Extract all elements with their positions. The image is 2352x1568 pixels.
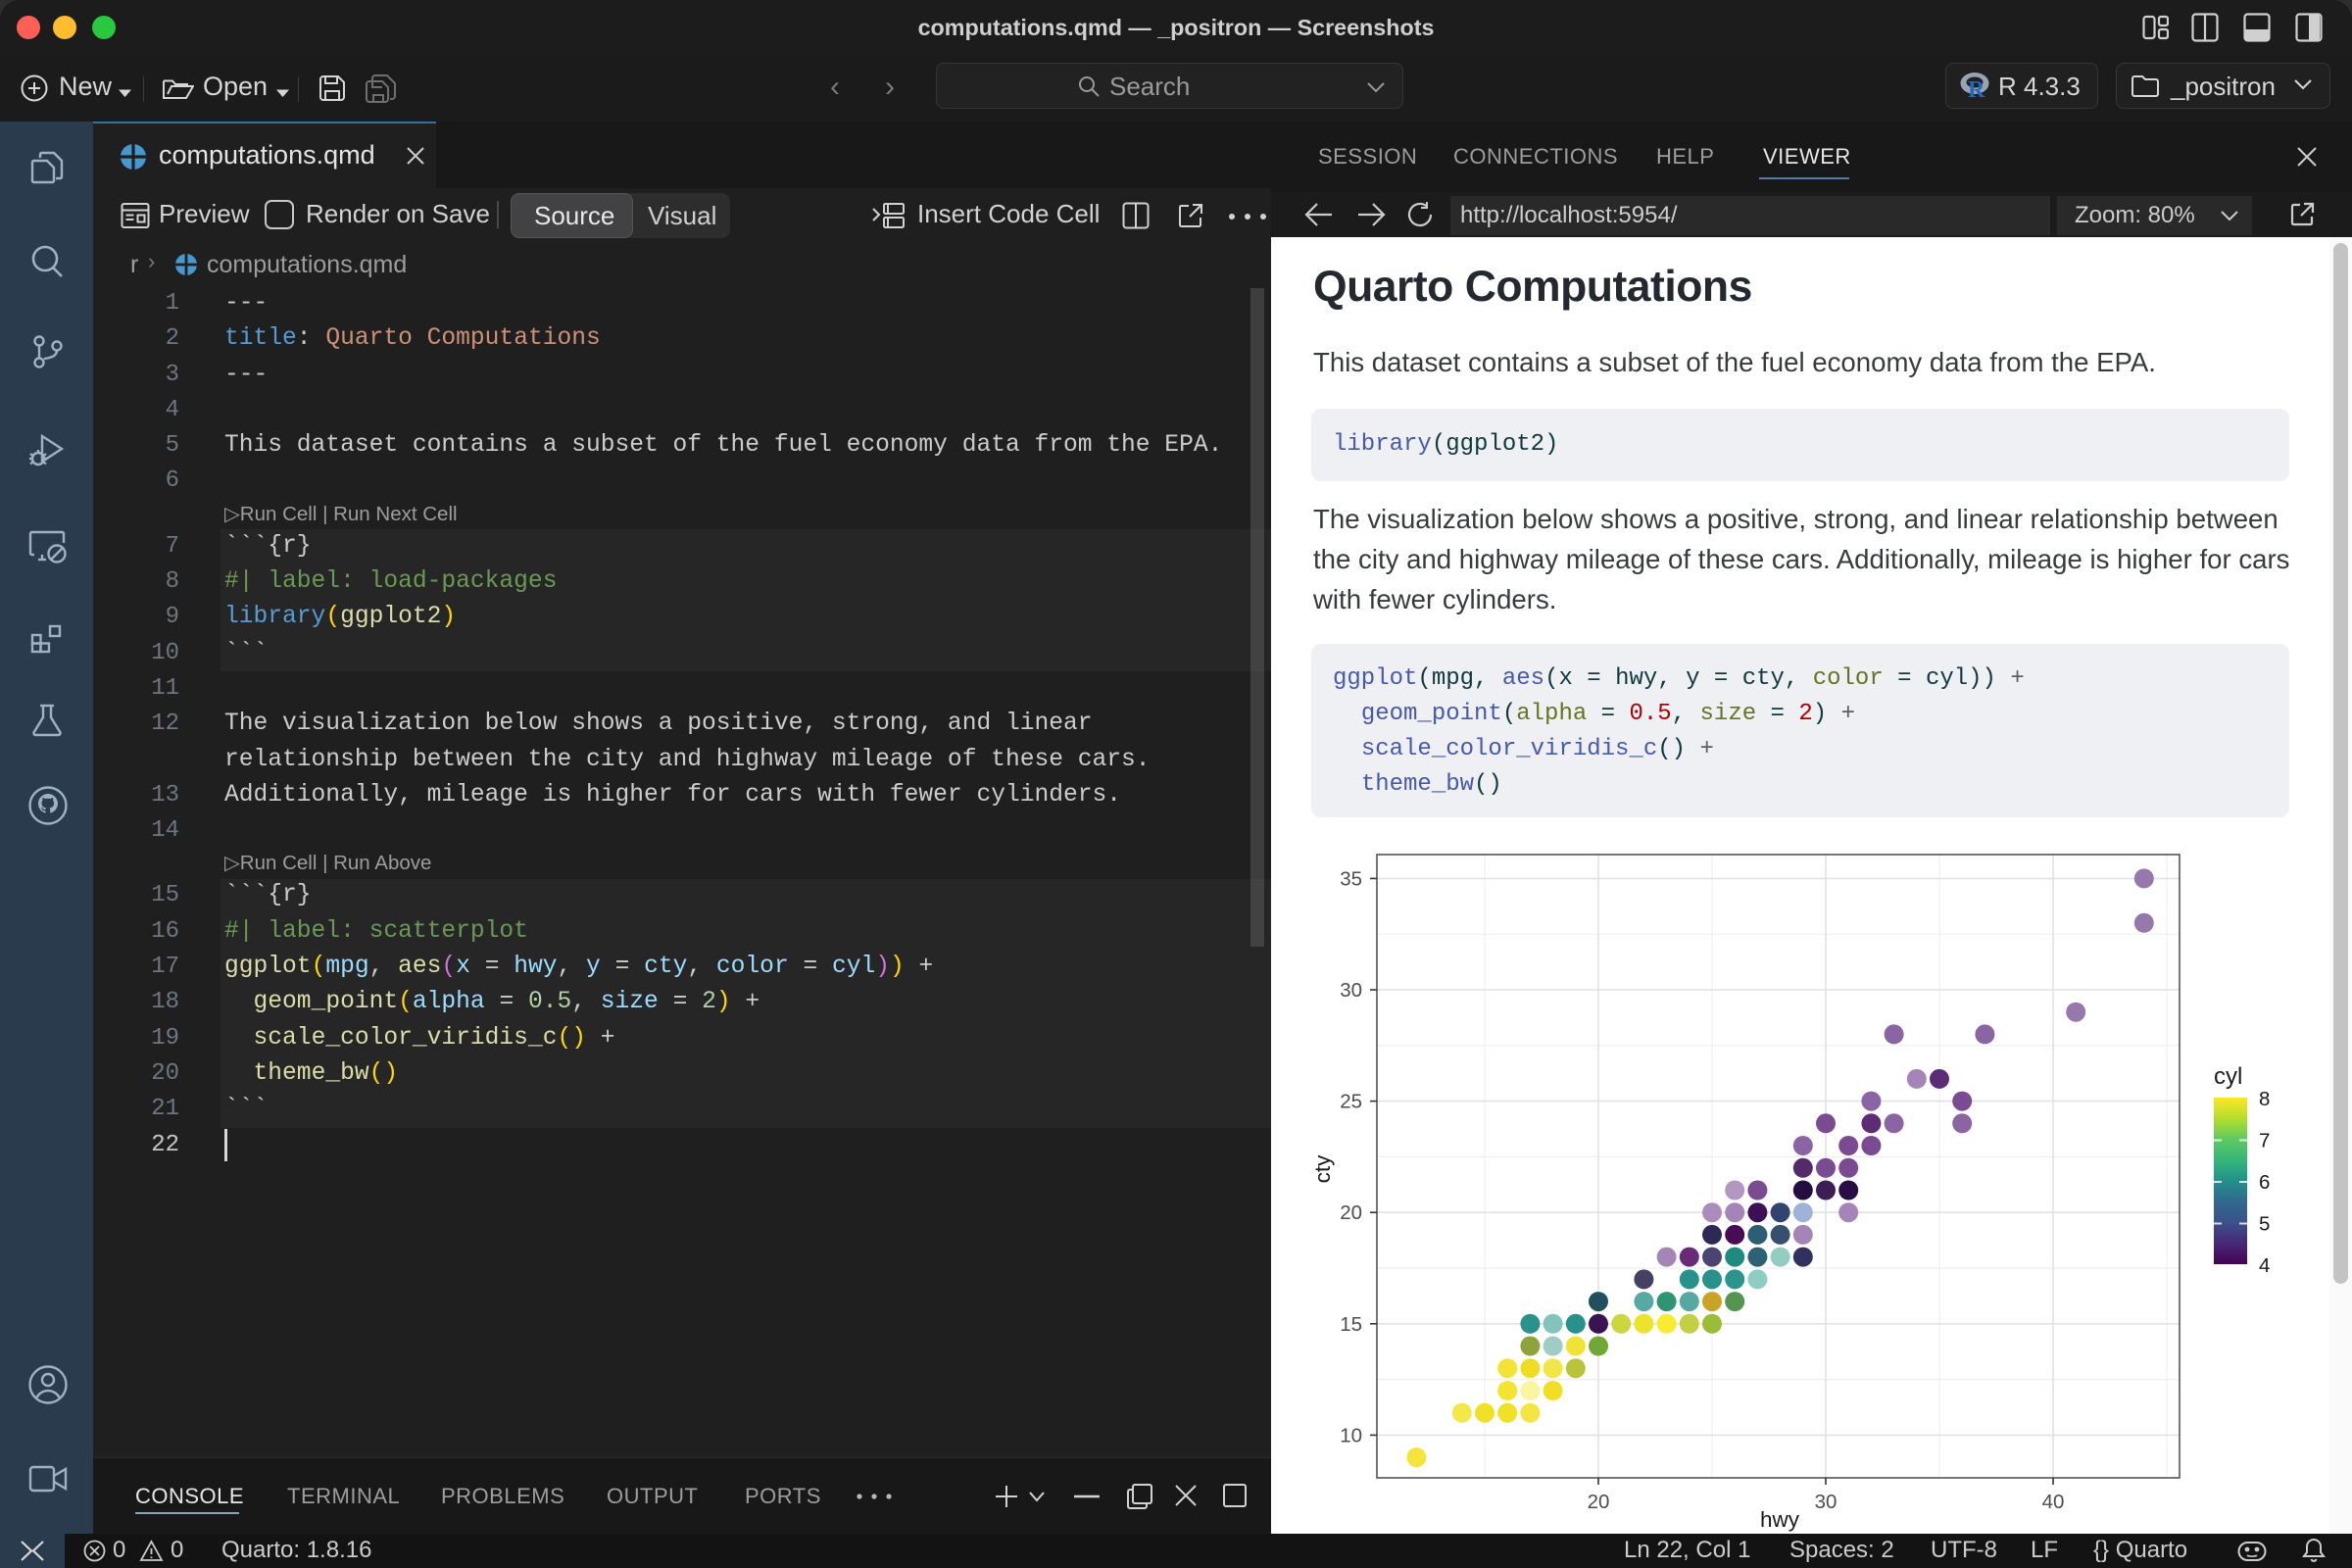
svg-text:30: 30 — [1815, 1491, 1838, 1513]
svg-text:R: R — [1968, 77, 1985, 100]
svg-text:30: 30 — [1340, 979, 1362, 1002]
svg-text:20: 20 — [1588, 1491, 1610, 1513]
svg-text:20: 20 — [1340, 1201, 1362, 1224]
svg-text:25: 25 — [1340, 1091, 1362, 1113]
svg-text:6: 6 — [2259, 1171, 2270, 1194]
svg-text:8: 8 — [2259, 1088, 2270, 1110]
svg-text:cty: cty — [1311, 1154, 1335, 1184]
svg-text:15: 15 — [1340, 1313, 1362, 1336]
svg-text:40: 40 — [2042, 1491, 2065, 1513]
svg-text:hwy: hwy — [1760, 1507, 1800, 1532]
svg-text:4: 4 — [2259, 1254, 2270, 1277]
svg-text:5: 5 — [2259, 1213, 2270, 1236]
svg-text:cyl: cyl — [2214, 1063, 2242, 1090]
svg-text:7: 7 — [2259, 1130, 2270, 1152]
svg-text:10: 10 — [1340, 1424, 1362, 1446]
svg-text:35: 35 — [1340, 867, 1362, 890]
